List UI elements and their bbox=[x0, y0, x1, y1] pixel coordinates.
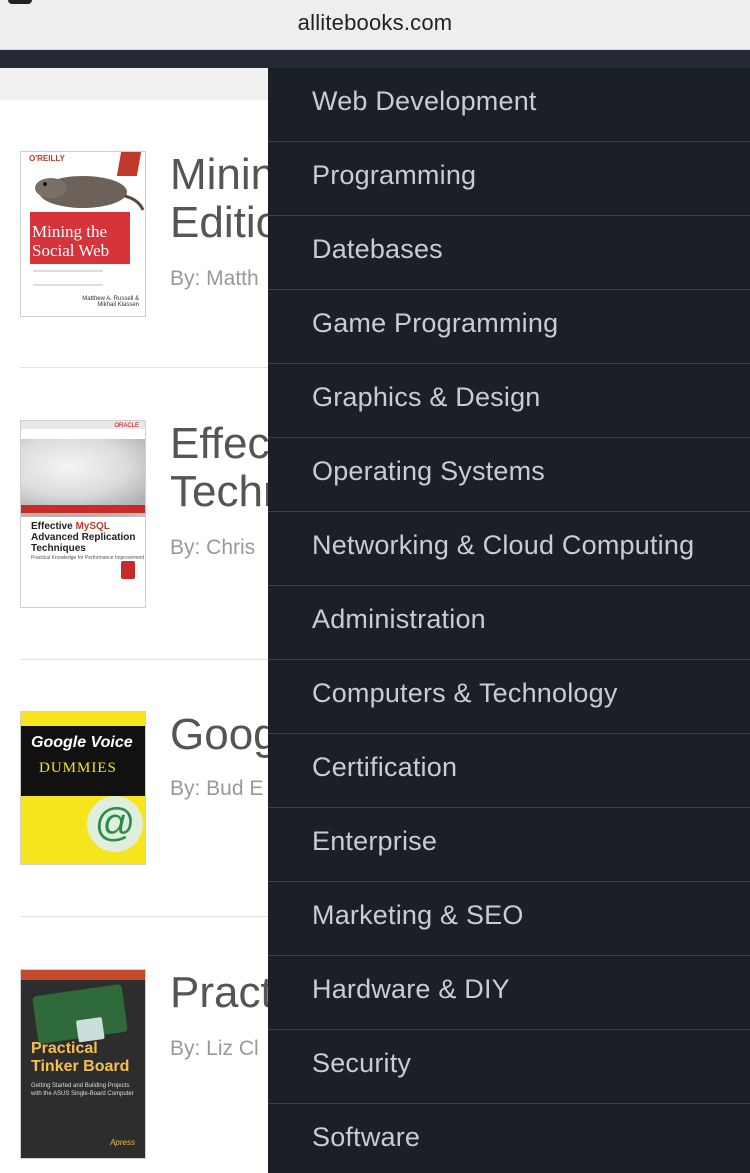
cover-title: Mining the Social Web bbox=[32, 222, 110, 260]
category-item-software[interactable]: Software bbox=[268, 1104, 750, 1173]
category-label: Game Programming bbox=[312, 308, 559, 338]
cover-title: Practical Tinker Board bbox=[31, 1040, 130, 1075]
divider bbox=[20, 659, 270, 660]
category-label: Security bbox=[312, 1048, 412, 1078]
cover-series: DUMMIES bbox=[39, 760, 117, 776]
category-item-enterprise[interactable]: Enterprise bbox=[268, 808, 750, 882]
divider bbox=[20, 367, 270, 368]
category-label: Software bbox=[312, 1122, 421, 1152]
category-item-computers-technology[interactable]: Computers & Technology bbox=[268, 660, 750, 734]
category-item-hardware-diy[interactable]: Hardware & DIY bbox=[268, 956, 750, 1030]
category-label: Marketing & SEO bbox=[312, 900, 524, 930]
category-label: Datebases bbox=[312, 234, 443, 264]
book-cover[interactable]: Practical Tinker Board Getting Started a… bbox=[20, 969, 146, 1159]
cover-publisher: ORACLE bbox=[114, 423, 139, 429]
chip-icon bbox=[75, 1017, 105, 1043]
subnav-strip bbox=[0, 68, 268, 100]
category-label: Graphics & Design bbox=[312, 382, 541, 412]
site-header bbox=[0, 50, 750, 68]
cover-authors: Matthew A. Russell & Mikhail Klassen bbox=[82, 296, 139, 308]
category-label: Enterprise bbox=[312, 826, 438, 856]
cover-title-before: Effective bbox=[31, 521, 76, 532]
category-item-operating-systems[interactable]: Operating Systems bbox=[268, 438, 750, 512]
cover-title: Effective MySQL Advanced Replication Tec… bbox=[31, 521, 135, 554]
book-author: By: Liz Cl bbox=[170, 1037, 259, 1060]
book-cover[interactable]: Google Voice DUMMIES @ bbox=[20, 711, 146, 865]
book-title[interactable]: Goog bbox=[170, 711, 278, 759]
cover-red-bar bbox=[21, 505, 145, 513]
category-item-marketing-seo[interactable]: Marketing & SEO bbox=[268, 882, 750, 956]
category-item-administration[interactable]: Administration bbox=[268, 586, 750, 660]
book-author: By: Bud E bbox=[170, 777, 264, 800]
divider bbox=[20, 916, 270, 917]
book-cover[interactable]: O'REILLY Mining the Social Web Matthew A… bbox=[20, 151, 146, 317]
category-label: Hardware & DIY bbox=[312, 974, 510, 1004]
cover-title: Google Voice bbox=[31, 734, 133, 751]
book-author: By: Chris bbox=[170, 536, 256, 559]
category-label: Certification bbox=[312, 752, 458, 782]
category-label: Programming bbox=[312, 160, 477, 190]
category-label: Operating Systems bbox=[312, 456, 545, 486]
browser-address-bar[interactable]: ◐ allitebooks.com bbox=[0, 0, 750, 50]
category-item-datebases[interactable]: Datebases bbox=[268, 216, 750, 290]
category-label: Computers & Technology bbox=[312, 678, 618, 708]
category-menu: Web Development Programming Datebases Ga… bbox=[268, 68, 750, 1173]
category-item-programming[interactable]: Programming bbox=[268, 142, 750, 216]
book-title[interactable]: Minin Editio bbox=[170, 151, 280, 247]
cover-subtitle-lines bbox=[33, 270, 103, 286]
category-item-security[interactable]: Security bbox=[268, 1030, 750, 1104]
cover-publisher: O'REILLY bbox=[29, 154, 65, 163]
category-item-graphics-design[interactable]: Graphics & Design bbox=[268, 364, 750, 438]
url-text[interactable]: allitebooks.com bbox=[0, 10, 750, 36]
cover-title-after: Advanced Replication Techniques bbox=[31, 532, 136, 554]
category-item-certification[interactable]: Certification bbox=[268, 734, 750, 808]
book-cover[interactable]: ORACLE Effective MySQL Advanced Replicat… bbox=[20, 420, 146, 608]
category-label: Networking & Cloud Computing bbox=[312, 530, 695, 560]
book-author: By: Matth bbox=[170, 267, 259, 290]
publisher-logo-icon bbox=[121, 561, 135, 579]
category-item-web-development[interactable]: Web Development bbox=[268, 68, 750, 142]
category-label: Web Development bbox=[312, 86, 537, 116]
category-item-game-programming[interactable]: Game Programming bbox=[268, 290, 750, 364]
book-title[interactable]: Pract bbox=[170, 969, 273, 1017]
category-item-networking-cloud[interactable]: Networking & Cloud Computing bbox=[268, 512, 750, 586]
category-label: Administration bbox=[312, 604, 486, 634]
status-bar: ◐ bbox=[0, 0, 750, 6]
cover-top-band bbox=[21, 970, 145, 980]
cover-title-highlight: MySQL bbox=[75, 521, 110, 532]
at-sign-icon: @ bbox=[87, 796, 143, 852]
cover-publisher: Apress bbox=[110, 1138, 135, 1147]
edition-badge bbox=[116, 152, 142, 176]
cover-subtitle: Getting Started and Building Projects wi… bbox=[31, 1083, 134, 1097]
status-icon bbox=[8, 0, 32, 4]
